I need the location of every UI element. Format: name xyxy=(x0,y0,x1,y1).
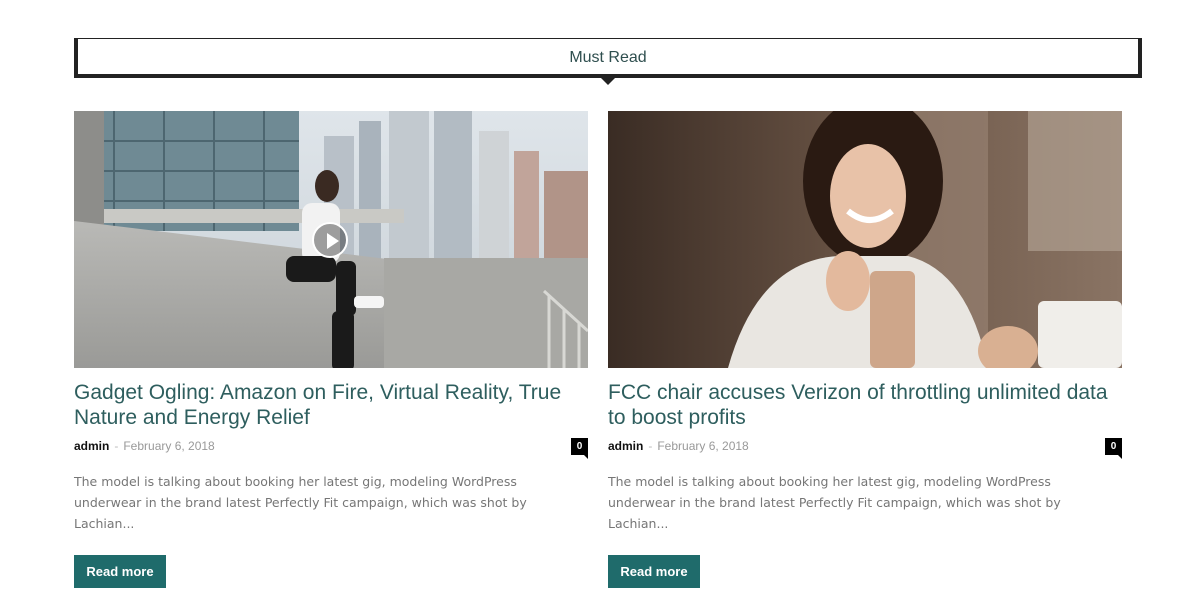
comment-count-badge[interactable]: 0 xyxy=(1105,438,1122,459)
post-author[interactable]: admin xyxy=(608,439,643,453)
meta-separator: - xyxy=(114,439,119,453)
post-date: February 6, 2018 xyxy=(123,439,215,453)
post-thumbnail-2[interactable] xyxy=(608,111,1122,368)
post-author[interactable]: admin xyxy=(74,439,109,453)
post-date: February 6, 2018 xyxy=(657,439,749,453)
post-title-link[interactable]: FCC chair accuses Verizon of throttling … xyxy=(608,380,1122,430)
post-excerpt: The model is talking about booking her l… xyxy=(74,474,527,531)
header-pointer-icon xyxy=(601,78,615,85)
section-title: Must Read xyxy=(569,49,647,66)
post-card-2: FCC chair accuses Verizon of throttling … xyxy=(608,111,1122,588)
post-meta: admin - February 6, 2018 0 xyxy=(74,437,588,459)
must-read-block: Must Read Gadget Ogling: Amazon on Fire,… xyxy=(0,0,1200,589)
read-more-button[interactable]: Read more xyxy=(74,555,166,588)
post-card-1: Gadget Ogling: Amazon on Fire, Virtual R… xyxy=(74,111,588,588)
read-more-button[interactable]: Read more xyxy=(608,555,700,588)
post-title-link[interactable]: Gadget Ogling: Amazon on Fire, Virtual R… xyxy=(74,380,588,430)
cafe-photo xyxy=(608,111,1122,368)
section-header: Must Read xyxy=(74,38,1142,85)
comment-count-badge[interactable]: 0 xyxy=(571,438,588,459)
play-video-icon[interactable] xyxy=(312,222,348,258)
post-meta: admin - February 6, 2018 0 xyxy=(608,437,1122,459)
post-thumbnail-1[interactable] xyxy=(74,111,588,368)
post-excerpt: The model is talking about booking her l… xyxy=(608,474,1061,531)
meta-separator: - xyxy=(648,439,653,453)
